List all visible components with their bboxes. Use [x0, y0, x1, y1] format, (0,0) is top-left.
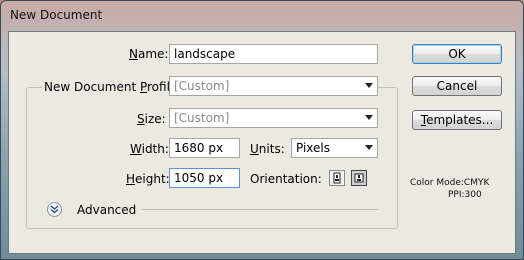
cancel-button[interactable]: Cancel — [412, 76, 502, 96]
height-label: Height: — [126, 172, 170, 186]
landscape-orientation-icon — [354, 173, 364, 183]
profile-select[interactable]: [Custom] — [169, 76, 378, 96]
advanced-label[interactable]: Advanced — [77, 203, 136, 217]
width-label: Width: — [130, 142, 169, 156]
color-mode-text: Color Mode:CMYK — [410, 178, 490, 188]
title-bar[interactable]: New Document — [1, 1, 523, 31]
chevron-down-icon — [365, 115, 373, 120]
advanced-toggle-button[interactable] — [47, 202, 62, 217]
advanced-divider — [142, 209, 378, 210]
ppi-text: PPI:300 — [448, 190, 482, 200]
portrait-orientation-button[interactable] — [329, 170, 345, 186]
name-input[interactable]: landscape — [169, 44, 378, 64]
new-document-dialog: New Document Name: landscape New Documen… — [0, 0, 524, 260]
profile-label: New Document Profile: — [42, 80, 184, 94]
chevron-double-down-icon — [50, 205, 59, 214]
chevron-down-icon — [365, 83, 373, 88]
width-input[interactable]: 1680 px — [169, 138, 240, 158]
ok-button[interactable]: OK — [412, 44, 502, 64]
units-select[interactable]: Pixels — [291, 138, 378, 158]
size-label: Size: — [137, 112, 166, 126]
height-input[interactable]: 1050 px — [169, 168, 240, 188]
dialog-body: Name: landscape New Document Profile: [C… — [8, 31, 516, 254]
dialog-title: New Document — [10, 8, 103, 22]
portrait-orientation-icon — [333, 172, 341, 184]
landscape-orientation-button[interactable] — [351, 170, 367, 186]
size-select[interactable]: [Custom] — [169, 108, 378, 128]
templates-button[interactable]: Templates... — [412, 110, 502, 130]
orientation-label: Orientation: — [250, 172, 322, 186]
chevron-down-icon — [365, 145, 373, 150]
units-label: Units: — [250, 142, 285, 156]
name-label: Name: — [129, 47, 169, 61]
